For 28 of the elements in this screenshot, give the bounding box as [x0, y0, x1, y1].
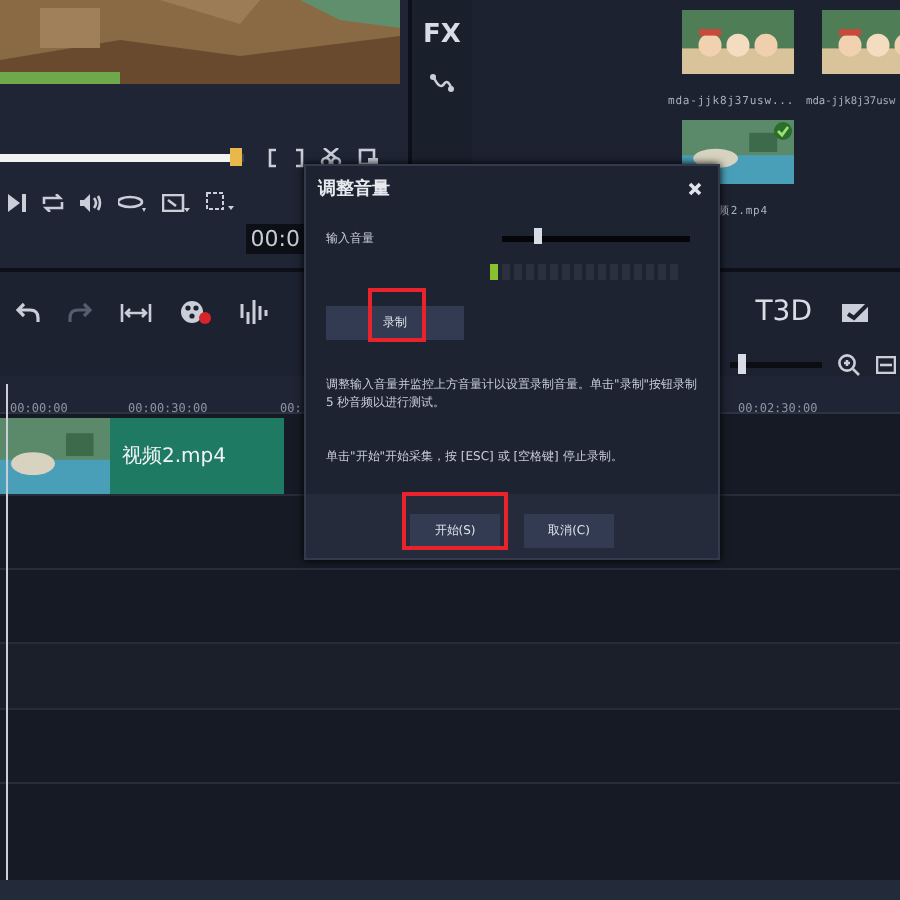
- view-360-icon[interactable]: [118, 193, 146, 211]
- path-icon[interactable]: [430, 74, 454, 92]
- undo-icon[interactable]: [16, 301, 40, 323]
- zoom-in-icon[interactable]: [838, 353, 860, 375]
- redo-icon[interactable]: [68, 301, 92, 323]
- fit-width-icon[interactable]: [120, 301, 152, 323]
- scrubber-handle[interactable]: [230, 148, 243, 166]
- slider-thumb[interactable]: [534, 228, 543, 244]
- next-frame-icon[interactable]: [8, 193, 26, 211]
- clip-label: 视频2.mp4: [122, 443, 226, 470]
- scissors-icon[interactable]: [320, 148, 342, 168]
- fx-tab[interactable]: FX: [423, 20, 461, 50]
- dialog-title: 调整音量: [318, 176, 390, 202]
- video-clip[interactable]: 视频2.mp4: [0, 418, 284, 494]
- fit-icon[interactable]: [876, 355, 896, 373]
- aspect-icon[interactable]: [162, 193, 190, 211]
- mark-in-icon[interactable]: [268, 148, 278, 168]
- audio-wave-icon[interactable]: [240, 300, 268, 324]
- close-icon[interactable]: [688, 182, 702, 196]
- crop-icon[interactable]: [206, 192, 234, 212]
- title-3d-button[interactable]: T3D: [755, 296, 812, 328]
- repeat-icon[interactable]: [42, 193, 64, 211]
- slider-thumb[interactable]: [738, 353, 747, 373]
- film-reel-icon[interactable]: [180, 300, 212, 324]
- mark-out-icon[interactable]: [294, 148, 304, 168]
- timecode[interactable]: 00:0: [246, 224, 304, 254]
- checklist-icon[interactable]: [840, 300, 872, 324]
- volume-icon[interactable]: [80, 193, 102, 211]
